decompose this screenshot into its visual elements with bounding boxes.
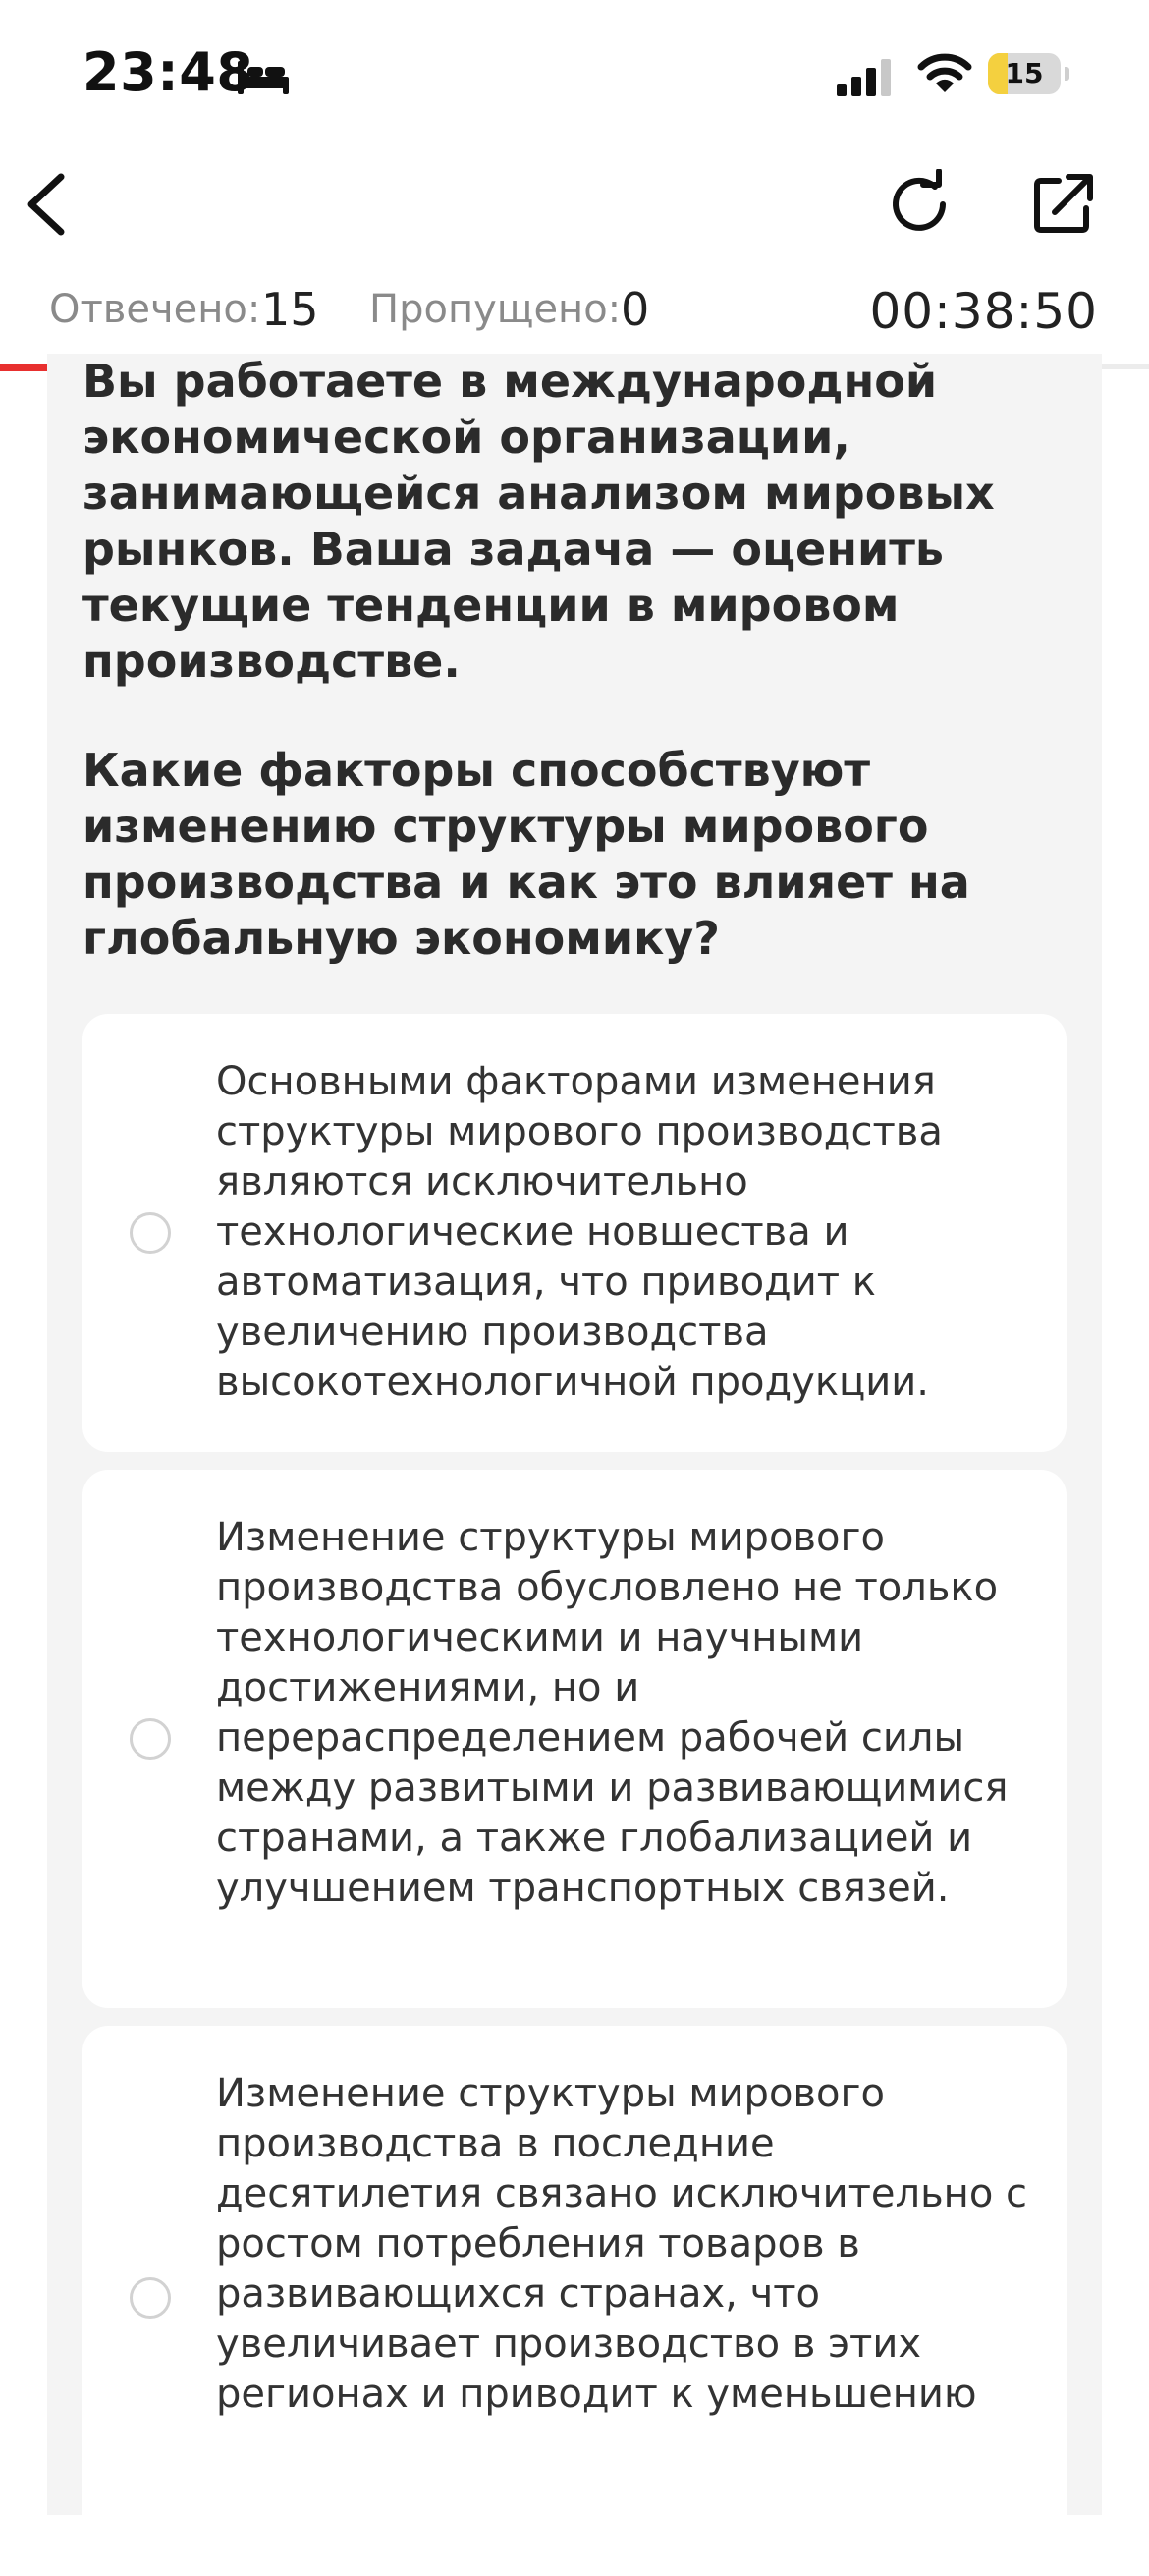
radio-button[interactable] <box>130 2277 171 2319</box>
answered-count: 15 <box>261 283 319 336</box>
answer-option-text: Изменение структуры мирового производств… <box>216 1515 1009 1911</box>
status-time: 23:48 <box>82 41 254 103</box>
answer-option-text: Изменение структуры мирового производств… <box>216 2071 1028 2417</box>
radio-button[interactable] <box>130 1718 171 1760</box>
battery-cap <box>1065 67 1069 81</box>
answered-label: Отвечено: <box>49 287 261 332</box>
signal-icon <box>837 59 891 96</box>
timer: 00:38:50 <box>869 283 1098 340</box>
wifi-icon <box>917 53 972 92</box>
answer-option-3[interactable]: Изменение структуры мирового производств… <box>82 2026 1067 2576</box>
question-text: Вы работаете в международной экономическ… <box>82 355 995 688</box>
question-prompt: Какие факторы способствуют изменению стр… <box>82 744 970 965</box>
toolbar <box>0 147 1149 275</box>
bed-icon <box>238 61 289 94</box>
answer-option-2[interactable]: Изменение структуры мирового производств… <box>82 1470 1067 2008</box>
battery-level: 15 <box>1005 57 1044 89</box>
skipped-label: Пропущено: <box>369 287 622 332</box>
battery-body: 15 <box>988 53 1061 94</box>
answer-option-text: Основными факторами изменения структуры … <box>216 1059 943 1405</box>
question-card: Вы работаете в международной экономическ… <box>47 354 1102 2576</box>
chevron-left-icon[interactable] <box>14 165 82 244</box>
skipped-count: 0 <box>621 283 650 336</box>
share-icon[interactable] <box>1031 171 1096 236</box>
answer-option-1[interactable]: Основными факторами изменения структуры … <box>82 1014 1067 1452</box>
status-bar: 23:48 15 <box>0 0 1149 147</box>
radio-button[interactable] <box>130 1212 171 1254</box>
battery-icon: 15 <box>988 53 1069 94</box>
refresh-icon[interactable] <box>884 169 955 240</box>
stats-bar: Отвечено: 15 Пропущено: 0 00:38:50 <box>0 275 1149 371</box>
